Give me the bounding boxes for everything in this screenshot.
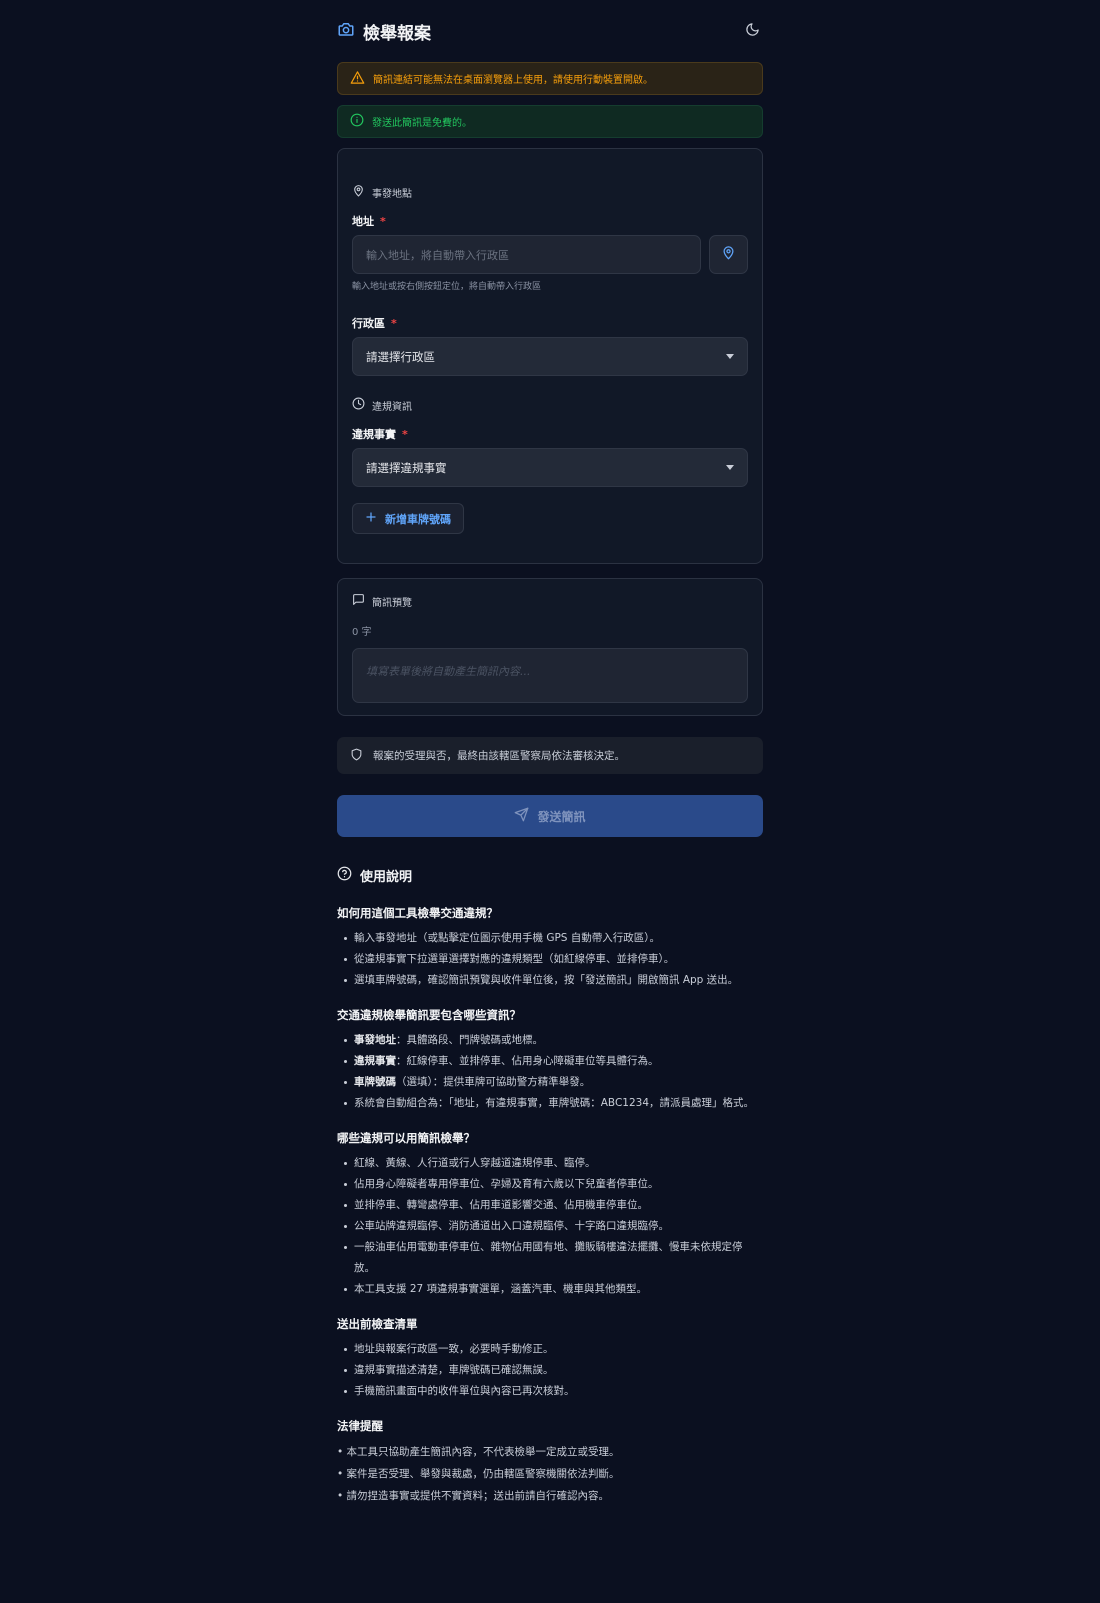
required-mark: * <box>391 317 397 330</box>
address-label: 地址 * <box>352 213 748 228</box>
district-label-text: 行政區 <box>352 317 385 330</box>
send-sms-label: 發送簡訊 <box>537 809 586 824</box>
desktop-warning-alert: 簡訊連結可能無法在桌面瀏覽器上使用，請使用行動裝置開啟。 <box>337 62 763 95</box>
legal-list: • 本工具只協助產生簡訊內容，不代表檢舉一定成立或受理。 • 案件是否受理、舉發… <box>337 1441 763 1507</box>
preview-section-title: 簡訊預覽 <box>372 597 412 609</box>
address-input[interactable]: 輸入地址，將自動帶入行政區 <box>352 235 701 274</box>
locate-button[interactable] <box>709 235 748 274</box>
legal-item: • 案件是否受理、舉發與裁處，仍由轄區警察機關依法判斷。 <box>337 1468 620 1480</box>
notice-text: 報案的受理與否，最終由該轄區警察局依法審核決定。 <box>373 750 625 762</box>
add-plate-wrap: 新增車牌號碼 <box>352 503 748 534</box>
required-mark: * <box>402 428 408 441</box>
camera-icon <box>337 20 355 42</box>
violation-label: 違規事實 * <box>352 426 748 441</box>
list-item: 違規事實：紅線停車、並排停車、佔用身心障礙車位等具體行為。 <box>344 1051 763 1072</box>
chevron-down-icon <box>726 465 734 470</box>
faq-legal-title: 法律提醒 <box>337 1419 383 1433</box>
location-section-header: 事發地點 <box>352 184 748 200</box>
address-label-text: 地址 <box>352 215 374 228</box>
send-icon <box>514 807 529 825</box>
violation-section-title: 違規資訊 <box>372 401 412 413</box>
list-item: 違規事實描述清楚，車牌號碼已確認無誤。 <box>344 1360 763 1381</box>
address-hint: 輸入地址或按右側按鈕定位，將自動帶入行政區 <box>352 282 542 292</box>
info-text: 發送此簡訊是免費的。 <box>372 118 472 129</box>
moon-icon <box>745 22 760 41</box>
page-title: 檢舉報案 <box>363 23 431 44</box>
help-section-title: 使用說明 <box>337 866 763 885</box>
list-item: 輸入事發地址（或點擊定位圖示使用手機 GPS 自動帶入行政區）。 <box>344 928 763 949</box>
list-item: 本工具支援 27 項違規事實選單，涵蓋汽車、機車與其他類型。 <box>344 1279 763 1300</box>
page: 檢舉報案 簡訊連結可能無法在桌面瀏覽器上使用，請使用行動裝置開啟。 發送此簡訊是… <box>337 0 763 1507</box>
free-info-alert: 發送此簡訊是免費的。 <box>337 105 763 138</box>
list-item-bold: 違規事實 <box>354 1055 396 1067</box>
info-icon <box>350 113 364 130</box>
faq-which-list: 紅線、黃線、人行道或行人穿越道違規停車、臨停。 佔用身心障礙者專用停車位、孕婦及… <box>337 1153 763 1300</box>
list-item: 車牌號碼（選填）：提供車牌可協助警方精準舉發。 <box>344 1072 763 1093</box>
district-label: 行政區 * <box>352 315 748 330</box>
violation-select[interactable]: 請選擇違規事實 <box>352 448 748 487</box>
character-count: 0 字 <box>352 627 372 638</box>
title-wrap: 檢舉報案 <box>337 19 431 44</box>
review-notice: 報案的受理與否，最終由該轄區警察局依法審核決定。 <box>337 737 763 774</box>
list-item: 系統會自動組合為：「地址，有違規事實，車牌號碼：ABC1234，請派員處理」格式… <box>344 1093 763 1114</box>
report-form-card: 事發地點 地址 * 輸入地址，將自動帶入行政區 輸入地址或按右側按鈕定位，將自動帶… <box>337 148 763 564</box>
violation-select-value: 請選擇違規事實 <box>366 460 447 475</box>
add-plate-label: 新增車牌號碼 <box>385 512 451 526</box>
location-pin-icon <box>721 245 736 264</box>
list-item-text: 系統會自動組合為：「地址，有違規事實，車牌號碼：ABC1234，請派員處理」格式… <box>354 1097 755 1109</box>
faq-which-title: 哪些違規可以用簡訊檢舉？ <box>337 1131 475 1145</box>
list-item-text: ：具體路段、門牌號碼或地標。 <box>396 1034 543 1046</box>
theme-toggle-button[interactable] <box>741 20 763 42</box>
faq-content-list: 事發地址：具體路段、門牌號碼或地標。 違規事實：紅線停車、並排停車、佔用身心障礙… <box>337 1030 763 1114</box>
faq-how-list: 輸入事發地址（或點擊定位圖示使用手機 GPS 自動帶入行政區）。 從違規事實下拉… <box>337 928 763 991</box>
legal-item: • 本工具只協助產生簡訊內容，不代表檢舉一定成立或受理。 <box>337 1446 620 1458</box>
plus-icon <box>365 511 377 526</box>
help-title-text: 使用說明 <box>360 869 413 885</box>
send-sms-button[interactable]: 發送簡訊 <box>337 795 763 837</box>
faq-checklist-list: 地址與報案行政區一致，必要時手動修正。 違規事實描述清楚，車牌號碼已確認無誤。 … <box>337 1339 763 1402</box>
message-square-icon <box>352 593 365 609</box>
warning-icon <box>350 70 365 88</box>
map-pin-icon <box>352 184 365 200</box>
district-select-value: 請選擇行政區 <box>366 349 435 364</box>
list-item-bold: 車牌號碼 <box>354 1076 396 1088</box>
list-item: 手機簡訊畫面中的收件單位與內容已再次核對。 <box>344 1381 763 1402</box>
list-item: 佔用身心障礙者專用停車位、孕婦及育有六歲以下兒童者停車位。 <box>344 1174 763 1195</box>
legal-item: • 請勿捏造事實或提供不實資料；送出前請自行確認內容。 <box>337 1490 610 1502</box>
address-placeholder: 輸入地址，將自動帶入行政區 <box>366 248 509 262</box>
location-section-title: 事發地點 <box>372 188 412 200</box>
header: 檢舉報案 <box>337 0 763 62</box>
faq-checklist-title: 送出前檢查清單 <box>337 1317 418 1331</box>
help-circle-icon <box>337 866 352 885</box>
list-item-text: ：紅線停車、並排停車、佔用身心障礙車位等具體行為。 <box>396 1055 659 1067</box>
address-row: 輸入地址，將自動帶入行政區 <box>352 235 748 274</box>
violation-label-text: 違規事實 <box>352 428 396 441</box>
district-select[interactable]: 請選擇行政區 <box>352 337 748 376</box>
shield-icon <box>350 748 363 764</box>
list-item: 事發地址：具體路段、門牌號碼或地標。 <box>344 1030 763 1051</box>
faq-how-title: 如何用這個工具檢舉交通違規？ <box>337 906 498 920</box>
list-item-text: （選填）：提供車牌可協助警方精準舉發。 <box>396 1076 591 1088</box>
list-item: 並排停車、轉彎處停車、佔用車道影響交通、佔用機車停車位。 <box>344 1195 763 1216</box>
list-item-bold: 事發地址 <box>354 1034 396 1046</box>
sms-preview-card: 簡訊預覽 0 字 填寫表單後將自動產生簡訊內容... <box>337 578 763 716</box>
preview-placeholder: 填寫表單後將自動產生簡訊內容... <box>366 665 531 678</box>
list-item: 從違規事實下拉選單選擇對應的違規類型（如紅線停車、並排停車）。 <box>344 949 763 970</box>
list-item: 一般油車佔用電動車停車位、雜物佔用國有地、攤販騎樓違法擺攤、慢車未依規定停放。 <box>344 1237 763 1279</box>
add-plate-button[interactable]: 新增車牌號碼 <box>352 503 464 534</box>
faq-content-title: 交通違規檢舉簡訊要包含哪些資訊？ <box>337 1008 521 1022</box>
sms-preview-textarea[interactable]: 填寫表單後將自動產生簡訊內容... <box>352 648 748 703</box>
preview-section-header: 簡訊預覽 <box>352 593 748 609</box>
chevron-down-icon <box>726 354 734 359</box>
list-item: 選填車牌號碼，確認簡訊預覽與收件單位後，按「發送簡訊」開啟簡訊 App 送出。 <box>344 970 763 991</box>
clock-icon <box>352 397 365 413</box>
required-mark: * <box>380 215 386 228</box>
warning-text: 簡訊連結可能無法在桌面瀏覽器上使用，請使用行動裝置開啟。 <box>373 75 653 86</box>
list-item: 地址與報案行政區一致，必要時手動修正。 <box>344 1339 763 1360</box>
list-item: 公車站牌違規臨停、消防通道出入口違規臨停、十字路口違規臨停。 <box>344 1216 763 1237</box>
list-item: 紅線、黃線、人行道或行人穿越道違規停車、臨停。 <box>344 1153 763 1174</box>
violation-section-header: 違規資訊 <box>352 397 748 413</box>
